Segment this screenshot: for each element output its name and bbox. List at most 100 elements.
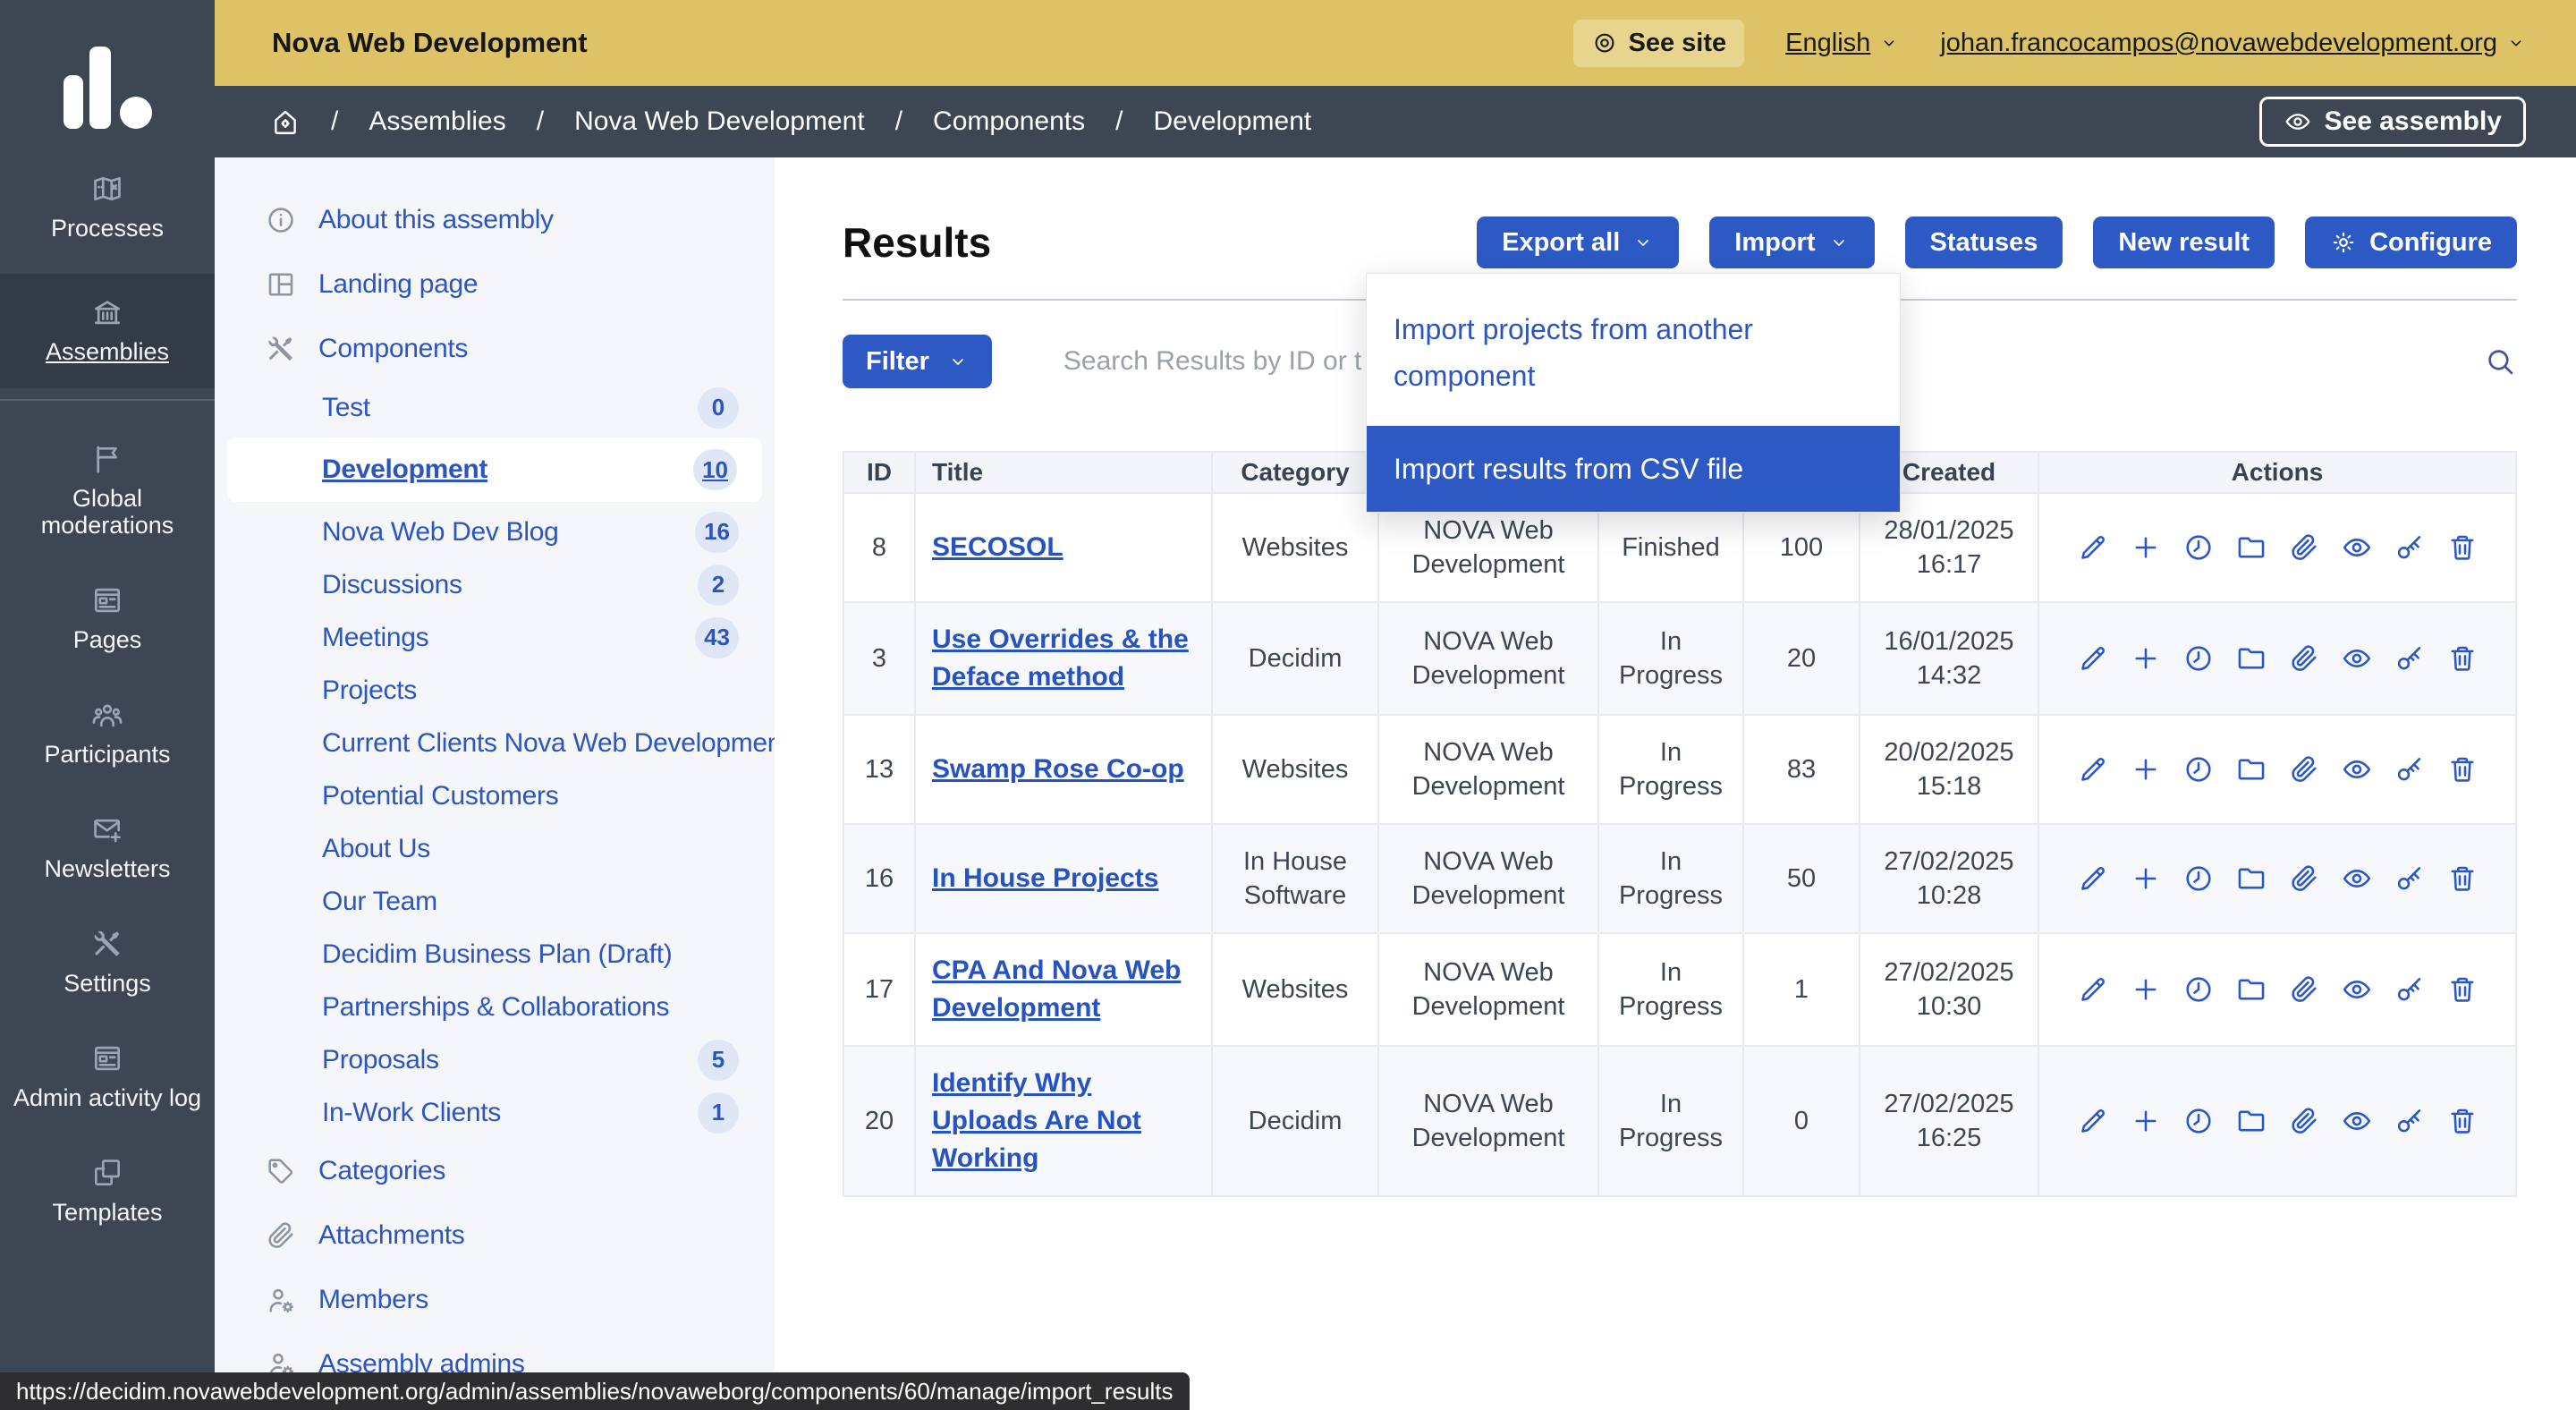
folder-icon[interactable] bbox=[2235, 973, 2267, 1006]
rail-item-processes[interactable]: Processes bbox=[0, 159, 215, 254]
preview-icon[interactable] bbox=[2341, 642, 2373, 675]
decidim-logo[interactable] bbox=[0, 0, 215, 132]
see-assembly-button[interactable]: See assembly bbox=[2259, 97, 2526, 147]
result-title-link[interactable]: In House Projects bbox=[932, 863, 1158, 893]
attachment-icon[interactable] bbox=[2288, 642, 2320, 675]
sidebar-item-our-team[interactable]: Our Team bbox=[215, 875, 775, 928]
sidebar-item-in-work-clients[interactable]: In-Work Clients1 bbox=[215, 1086, 775, 1139]
result-title-link[interactable]: Identify Why Uploads Are Not Working bbox=[932, 1068, 1141, 1173]
add-icon[interactable] bbox=[2130, 973, 2162, 1006]
sidebar-item-members[interactable]: Members bbox=[215, 1268, 775, 1332]
rail-item-pages[interactable]: Pages bbox=[0, 571, 215, 666]
permissions-icon[interactable] bbox=[2394, 1105, 2426, 1137]
rail-item-templates[interactable]: Templates bbox=[0, 1143, 215, 1238]
breadcrumb-current[interactable]: Development bbox=[1153, 106, 1311, 137]
sidebar-item-discussions[interactable]: Discussions2 bbox=[215, 558, 775, 611]
delete-icon[interactable] bbox=[2446, 862, 2479, 895]
attachment-icon[interactable] bbox=[2288, 973, 2320, 1006]
history-icon[interactable] bbox=[2182, 973, 2215, 1006]
sidebar-item-decidim-business-plan-draft[interactable]: Decidim Business Plan (Draft) bbox=[215, 928, 775, 981]
breadcrumb-assemblies[interactable]: Assemblies bbox=[369, 106, 505, 137]
edit-icon[interactable] bbox=[2077, 531, 2109, 564]
sidebar-item-projects[interactable]: Projects bbox=[215, 664, 775, 717]
attachment-icon[interactable] bbox=[2288, 531, 2320, 564]
language-dropdown[interactable]: English bbox=[1785, 29, 1899, 58]
sidebar-item-potential-customers[interactable]: Potential Customers bbox=[215, 769, 775, 822]
add-icon[interactable] bbox=[2130, 1105, 2162, 1137]
sidebar-item-development[interactable]: Development10 bbox=[227, 437, 762, 502]
menu-item-import-results-from-csv-file[interactable]: Import results from CSV file bbox=[1367, 426, 1900, 512]
sidebar-item-partnerships-collaborations[interactable]: Partnerships & Collaborations bbox=[215, 981, 775, 1033]
sidebar-item-categories[interactable]: Categories bbox=[215, 1139, 775, 1203]
result-title-link[interactable]: CPA And Nova Web Development bbox=[932, 956, 1181, 1023]
attachment-icon[interactable] bbox=[2288, 862, 2320, 895]
edit-icon[interactable] bbox=[2077, 973, 2109, 1006]
delete-icon[interactable] bbox=[2446, 531, 2479, 564]
folder-icon[interactable] bbox=[2235, 642, 2267, 675]
filter-button[interactable]: Filter bbox=[843, 335, 992, 388]
history-icon[interactable] bbox=[2182, 1105, 2215, 1137]
column-header-title[interactable]: Title bbox=[915, 452, 1212, 493]
delete-icon[interactable] bbox=[2446, 973, 2479, 1006]
sidebar-item-test[interactable]: Test0 bbox=[215, 381, 775, 434]
delete-icon[interactable] bbox=[2446, 642, 2479, 675]
export-all-button[interactable]: Export all bbox=[1477, 217, 1679, 268]
breadcrumb-components[interactable]: Components bbox=[933, 106, 1085, 137]
user-menu[interactable]: johan.francocampos@novawebdevelopment.or… bbox=[1940, 29, 2526, 58]
result-title-link[interactable]: Use Overrides & the Deface method bbox=[932, 624, 1189, 692]
add-icon[interactable] bbox=[2130, 531, 2162, 564]
history-icon[interactable] bbox=[2182, 531, 2215, 564]
rail-item-settings[interactable]: Settings bbox=[0, 914, 215, 1009]
sidebar-item-current-clients-nova-web-development[interactable]: Current Clients Nova Web Development bbox=[215, 717, 775, 769]
rail-item-participants[interactable]: Participants bbox=[0, 685, 215, 780]
statuses-button[interactable]: Statuses bbox=[1905, 217, 2063, 268]
search-icon[interactable] bbox=[2483, 344, 2517, 378]
permissions-icon[interactable] bbox=[2394, 973, 2426, 1006]
import-button[interactable]: Import bbox=[1709, 217, 1874, 268]
sidebar-item-about-us[interactable]: About Us bbox=[215, 822, 775, 875]
preview-icon[interactable] bbox=[2341, 1105, 2373, 1137]
sidebar-item-about-this-assembly[interactable]: About this assembly bbox=[215, 188, 775, 252]
delete-icon[interactable] bbox=[2446, 753, 2479, 786]
history-icon[interactable] bbox=[2182, 642, 2215, 675]
see-site-button[interactable]: See site bbox=[1573, 20, 1745, 67]
column-header-category[interactable]: Category bbox=[1212, 452, 1378, 493]
sidebar-item-landing-page[interactable]: Landing page bbox=[215, 252, 775, 317]
folder-icon[interactable] bbox=[2235, 531, 2267, 564]
configure-button[interactable]: Configure bbox=[2305, 217, 2517, 268]
new-result-button[interactable]: New result bbox=[2093, 217, 2275, 268]
permissions-icon[interactable] bbox=[2394, 531, 2426, 564]
rail-item-admin-activity-log[interactable]: Admin activity log bbox=[0, 1029, 215, 1124]
sidebar-item-proposals[interactable]: Proposals5 bbox=[215, 1033, 775, 1086]
sidebar-item-attachments[interactable]: Attachments bbox=[215, 1203, 775, 1268]
add-icon[interactable] bbox=[2130, 753, 2162, 786]
column-header-id[interactable]: ID bbox=[843, 452, 915, 493]
sidebar-item-nova-web-dev-blog[interactable]: Nova Web Dev Blog16 bbox=[215, 505, 775, 558]
history-icon[interactable] bbox=[2182, 753, 2215, 786]
folder-icon[interactable] bbox=[2235, 753, 2267, 786]
edit-icon[interactable] bbox=[2077, 1105, 2109, 1137]
add-icon[interactable] bbox=[2130, 862, 2162, 895]
result-title-link[interactable]: SECOSOL bbox=[932, 532, 1063, 562]
edit-icon[interactable] bbox=[2077, 753, 2109, 786]
rail-item-newsletters[interactable]: Newsletters bbox=[0, 800, 215, 895]
sidebar-item-components[interactable]: Components bbox=[215, 317, 775, 381]
folder-icon[interactable] bbox=[2235, 862, 2267, 895]
permissions-icon[interactable] bbox=[2394, 862, 2426, 895]
sidebar-item-meetings[interactable]: Meetings43 bbox=[215, 611, 775, 664]
history-icon[interactable] bbox=[2182, 862, 2215, 895]
folder-icon[interactable] bbox=[2235, 1105, 2267, 1137]
preview-icon[interactable] bbox=[2341, 753, 2373, 786]
result-title-link[interactable]: Swamp Rose Co-op bbox=[932, 754, 1184, 784]
preview-icon[interactable] bbox=[2341, 973, 2373, 1006]
breadcrumb-assembly-name[interactable]: Nova Web Development bbox=[574, 106, 865, 137]
attachment-icon[interactable] bbox=[2288, 1105, 2320, 1137]
permissions-icon[interactable] bbox=[2394, 753, 2426, 786]
edit-icon[interactable] bbox=[2077, 862, 2109, 895]
home-icon[interactable] bbox=[270, 106, 301, 137]
rail-item-assemblies[interactable]: Assemblies bbox=[0, 274, 215, 388]
menu-item-import-projects-from-another-component[interactable]: Import projects from another component bbox=[1367, 274, 1900, 426]
rail-item-global-moderations[interactable]: Global moderations bbox=[0, 429, 215, 551]
delete-icon[interactable] bbox=[2446, 1105, 2479, 1137]
permissions-icon[interactable] bbox=[2394, 642, 2426, 675]
